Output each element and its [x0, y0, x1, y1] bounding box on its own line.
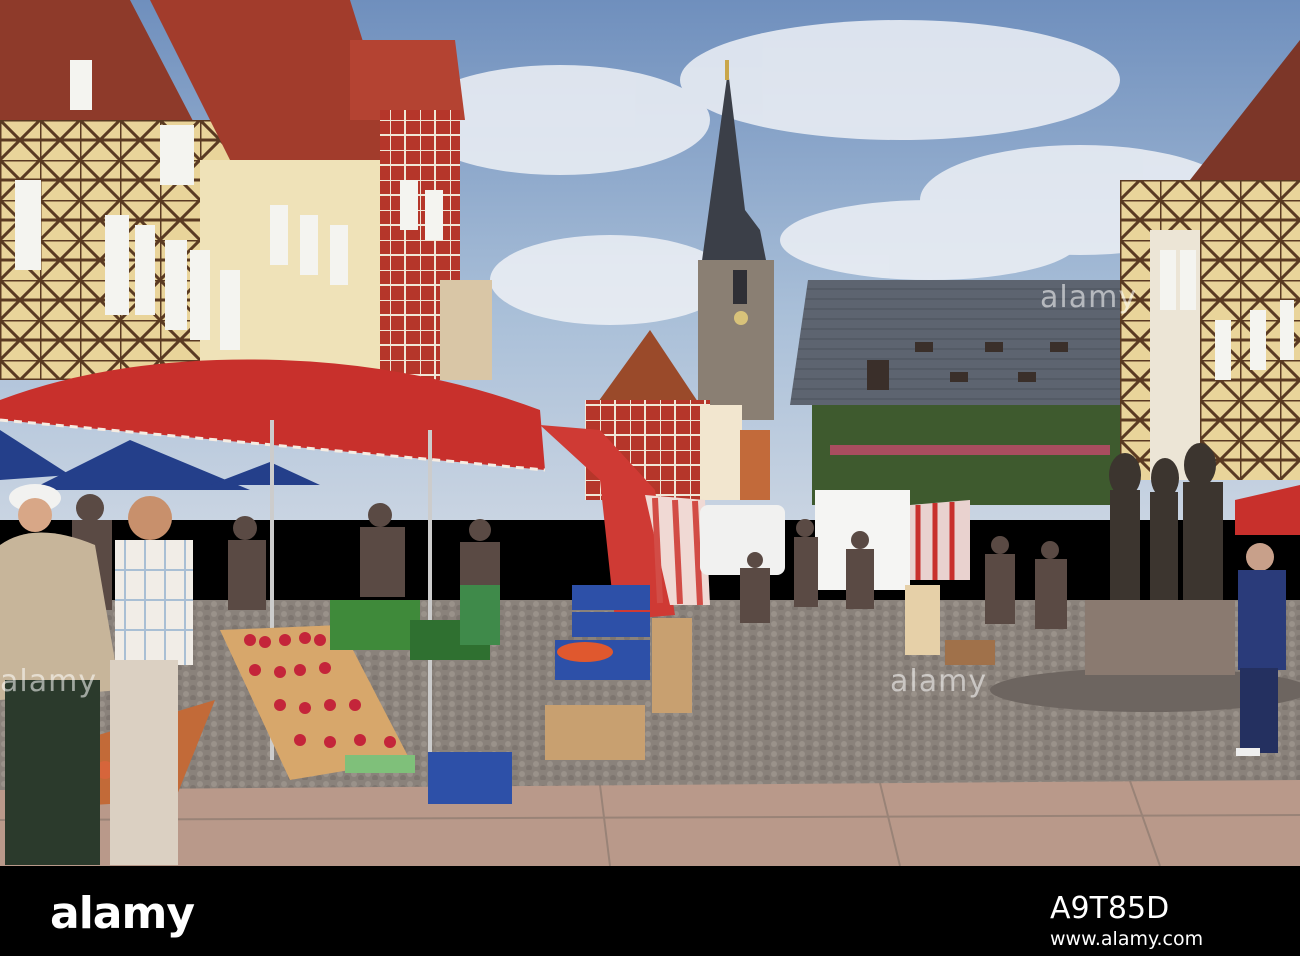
half-timbered-houses-left	[0, 0, 492, 380]
white-van	[700, 505, 785, 575]
stock-photo-frame: alamy alamy alamy alamy A9T85D www.alamy…	[0, 0, 1300, 956]
site-url[interactable]: www.alamy.com	[1050, 928, 1203, 950]
image-id: A9T85D	[1050, 891, 1170, 926]
watermark: alamy	[1040, 280, 1138, 315]
market-square-photo	[0, 0, 1300, 866]
watermark: alamy	[0, 664, 98, 699]
alamy-logo[interactable]: alamy	[50, 888, 195, 939]
stock-photo-footer: alamy A9T85D www.alamy.com	[0, 866, 1300, 956]
paved-walkway	[0, 780, 1300, 866]
watermark: alamy	[890, 664, 988, 699]
